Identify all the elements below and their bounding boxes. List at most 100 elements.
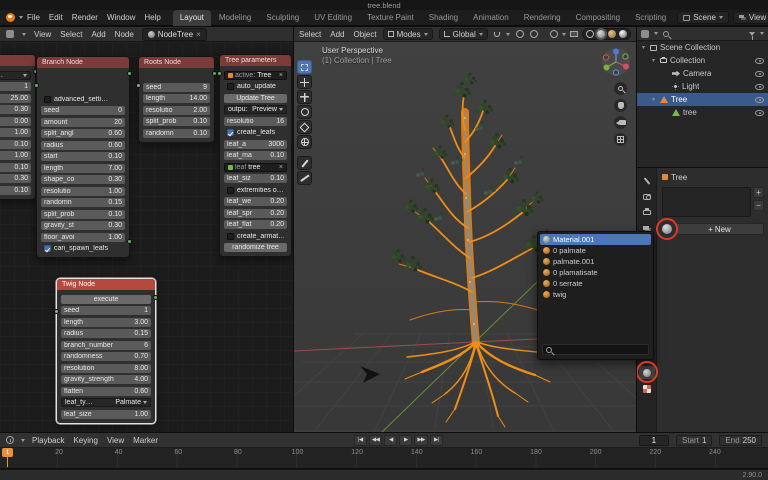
viewport-nav-button[interactable] xyxy=(614,133,627,146)
node-header[interactable]: Tree parameters xyxy=(220,55,291,66)
navigation-gizmo[interactable] xyxy=(601,47,631,77)
clear-icon[interactable] xyxy=(279,164,283,171)
tool-button[interactable] xyxy=(297,105,312,119)
viewport-nav-button[interactable] xyxy=(614,116,627,129)
add-slot-button[interactable]: + xyxy=(753,187,764,198)
node-param-row[interactable]: s 0.30 xyxy=(0,105,31,114)
node-header[interactable]: Twig Node xyxy=(57,279,155,290)
transport-button[interactable]: ▶▶ xyxy=(414,435,427,446)
eye-icon[interactable] xyxy=(755,110,764,116)
tool-button[interactable] xyxy=(297,75,312,89)
node-param-row[interactable]: create_leafs xyxy=(224,128,287,137)
outliner-row[interactable]: Light xyxy=(637,80,768,93)
node-param-row[interactable]: randomness 0.70 xyxy=(61,352,151,361)
outliner-row[interactable]: tree xyxy=(637,106,768,119)
node-param-row[interactable]: split_angl 0.60 xyxy=(41,129,125,138)
frame-start-field[interactable]: Start 1 xyxy=(676,435,712,446)
menu-item[interactable]: Add xyxy=(330,30,344,39)
node-param-row[interactable]: th 25.00 xyxy=(0,94,31,103)
node-param-row[interactable]: e 0.10 xyxy=(0,186,31,195)
node-param-row[interactable]: 1 xyxy=(0,82,31,91)
new-material-button[interactable]: + New xyxy=(675,223,764,235)
properties-tab[interactable] xyxy=(639,206,655,219)
node-param-row[interactable]: active: Tree xyxy=(224,71,287,80)
node-param-row[interactable]: leaf_siz 0.10 xyxy=(224,174,287,183)
menu-item[interactable]: Add xyxy=(91,30,105,39)
playhead-badge[interactable]: 1 xyxy=(2,448,13,457)
blender-logo-icon[interactable] xyxy=(6,13,15,22)
material-list-item[interactable]: 0 serrate xyxy=(540,278,651,289)
node-socket[interactable] xyxy=(34,83,39,88)
node-param-row[interactable]: leaf_spr 0.20 xyxy=(224,209,287,218)
clear-icon[interactable] xyxy=(279,72,283,79)
viewport-nav-button[interactable] xyxy=(614,82,627,95)
orientation-dropdown[interactable]: Global xyxy=(439,28,488,40)
node-param-row[interactable]: resolutio 2.00 xyxy=(143,106,210,115)
menu-item[interactable]: Keying xyxy=(73,436,97,445)
menu-item[interactable]: Edit xyxy=(49,13,63,22)
menu-item[interactable]: Node xyxy=(115,30,134,39)
scene-selector[interactable]: Scene xyxy=(677,11,729,24)
node-param-row[interactable]: leaf_size 1.00 xyxy=(61,410,151,419)
node-param-row[interactable]: e 1.00 xyxy=(0,151,31,160)
tool-button[interactable] xyxy=(297,171,312,185)
node-param-row[interactable]: resolutio 1.00 xyxy=(41,187,125,196)
material-search-input[interactable] xyxy=(555,346,645,353)
node-param-row[interactable]: floor_avoi 1.00 xyxy=(41,233,125,242)
node-param-row[interactable]: gravity_strength 4.00 xyxy=(61,375,151,384)
node-param-row[interactable]: outpu: Preview xyxy=(224,105,287,114)
branch-node[interactable]: Branch Node advanced_setti… xyxy=(36,56,130,258)
search-icon[interactable] xyxy=(663,31,669,37)
menu-item[interactable]: Window xyxy=(107,13,135,22)
node-param-row[interactable]: Update Tree xyxy=(224,94,287,103)
eye-icon[interactable] xyxy=(755,71,764,77)
editor-type-icon[interactable] xyxy=(6,436,14,444)
node-param-row[interactable]: split_prob 0.10 xyxy=(143,117,210,126)
expand-arrow[interactable]: ▾ xyxy=(650,57,657,64)
outliner-row[interactable]: ▾ Collection xyxy=(637,54,768,67)
node-param-row[interactable]: ity 0.10 xyxy=(0,163,31,172)
node-param-row[interactable]: start 0.10 xyxy=(41,152,125,161)
node-param-row[interactable]: length 14.00 xyxy=(143,94,210,103)
node-header[interactable]: Roots Node xyxy=(139,57,214,68)
pivot-point-icon[interactable] xyxy=(516,30,524,38)
properties-tab[interactable] xyxy=(639,190,655,203)
properties-tab[interactable] xyxy=(639,366,655,379)
timeline-ruler[interactable]: 20406080100120140160180200220240 1 xyxy=(0,448,768,467)
eye-icon[interactable] xyxy=(755,84,764,90)
node-param-row[interactable]: length 3.00 xyxy=(61,318,151,327)
menu-item[interactable]: View xyxy=(107,436,124,445)
shading-material-button[interactable] xyxy=(608,30,616,38)
tool-button[interactable] xyxy=(297,60,312,74)
workspace-tab[interactable]: Rendering xyxy=(517,10,568,26)
node-param-row[interactable]: leaf_a 3000 xyxy=(224,140,287,149)
workspace-tab[interactable]: Shading xyxy=(422,10,465,26)
transport-button[interactable]: ▶| xyxy=(430,435,443,446)
menu-item[interactable]: Render xyxy=(72,13,98,22)
tree-parameters-node[interactable]: Tree parameters active: Tree xyxy=(219,54,292,257)
transport-button[interactable]: |◀ xyxy=(354,435,367,446)
transport-button[interactable]: ◀◀ xyxy=(369,435,382,446)
frame-end-field[interactable]: End 250 xyxy=(719,435,762,446)
node-param-row[interactable]: seed 0 xyxy=(41,106,125,115)
node-param-row[interactable]: extremities o… xyxy=(224,186,287,195)
outliner-row[interactable]: Camera xyxy=(637,67,768,80)
node-param-row[interactable]: length 7.00 xyxy=(41,164,125,173)
node-param-row[interactable]: randomn 0.15 xyxy=(41,198,125,207)
node-tree-selector[interactable]: NodeTree xyxy=(142,28,207,41)
node-param-row[interactable]: seed 1 xyxy=(61,306,151,315)
node-param-row[interactable]: radius 0.60 xyxy=(41,141,125,150)
menu-item[interactable]: Help xyxy=(144,13,160,22)
workspace-tab[interactable]: Modeling xyxy=(212,10,258,26)
menu-item[interactable]: Select xyxy=(299,30,321,39)
trunk-node[interactable]: Node grease_pe… xyxy=(0,54,36,200)
material-slot-list[interactable] xyxy=(662,187,751,217)
editor-type-icon[interactable] xyxy=(641,30,649,38)
node-socket[interactable] xyxy=(217,71,222,76)
tool-button[interactable] xyxy=(297,135,312,149)
expand-arrow[interactable]: ▾ xyxy=(640,44,647,51)
menu-item[interactable]: Object xyxy=(353,30,376,39)
tool-button[interactable] xyxy=(297,90,312,104)
current-frame-field[interactable]: 1 xyxy=(639,435,669,446)
gizmos-dropdown-icon[interactable] xyxy=(550,30,558,38)
